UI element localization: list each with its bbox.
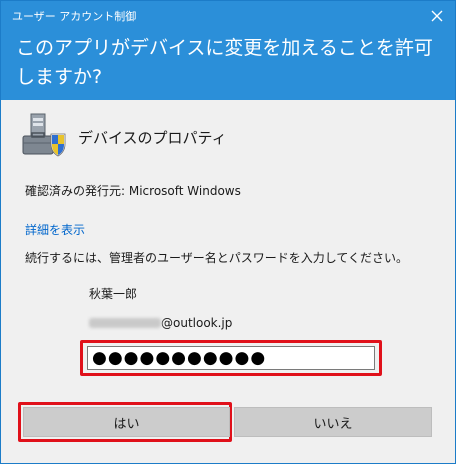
- uac-dialog: ユーザー アカウント制御 このアプリがデバイスに変更を加えることを許可しますか?: [0, 0, 456, 464]
- blurred-email-local-part: [89, 318, 161, 328]
- close-icon: [431, 10, 443, 22]
- device-properties-icon: [22, 113, 66, 157]
- credential-instruction: 続行するには、管理者のユーザー名とパスワードを入力してください。: [25, 251, 409, 265]
- email-domain: @outlook.jp: [161, 316, 233, 330]
- admin-email: @outlook.jp: [89, 316, 232, 330]
- dialog-header: ユーザー アカウント制御 このアプリがデバイスに変更を加えることを許可しますか?: [1, 1, 455, 100]
- admin-user-name: 秋葉一郎: [89, 287, 138, 301]
- password-field[interactable]: ●●●●●●●●●●●: [87, 346, 375, 370]
- no-button[interactable]: いいえ: [234, 407, 432, 437]
- verified-publisher: 確認済みの発行元: Microsoft Windows: [25, 184, 241, 198]
- show-details-link[interactable]: 詳細を表示: [25, 221, 85, 238]
- yes-button[interactable]: はい: [23, 407, 230, 437]
- close-button[interactable]: [427, 6, 447, 26]
- dialog-body: デバイスのプロパティ 確認済みの発行元: Microsoft Windows 詳…: [1, 100, 455, 463]
- window-title: ユーザー アカウント制御: [12, 10, 137, 23]
- app-name: デバイスのプロパティ: [78, 129, 227, 147]
- uac-question: このアプリがデバイスに変更を加えることを許可しますか?: [16, 37, 433, 88]
